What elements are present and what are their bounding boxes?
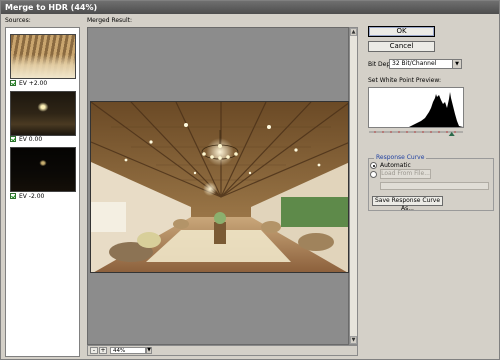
sources-panel[interactable]: EV +2.00 EV 0.00 EV -2.00	[5, 27, 80, 357]
white-point-slider[interactable]	[369, 130, 463, 136]
scroll-down-button[interactable]: ▼	[350, 336, 357, 344]
ok-button[interactable]: OK	[368, 26, 435, 37]
source-row-2: EV 0.00	[10, 135, 42, 143]
source-thumbnail-ev-0[interactable]	[10, 91, 76, 136]
automatic-radio[interactable]	[370, 162, 377, 169]
zoom-in-button[interactable]: +	[99, 347, 107, 354]
histogram-shape	[369, 92, 463, 127]
bit-depth-value: 32 Bit/Channel	[392, 60, 437, 67]
source-row-3: EV -2.00	[10, 192, 44, 200]
response-curve-file-path	[380, 182, 489, 190]
automatic-label: Automatic	[380, 162, 411, 169]
source-checkbox-1[interactable]	[10, 80, 16, 86]
source-label-3: EV -2.00	[19, 192, 45, 200]
scroll-up-button[interactable]: ▲	[350, 28, 357, 36]
hdr-image-render	[91, 102, 348, 272]
source-label-1: EV +2.00	[19, 79, 48, 87]
source-row-1: EV +2.00	[10, 79, 47, 87]
source-checkbox-3[interactable]	[10, 193, 16, 199]
source-checkbox-2[interactable]	[10, 136, 16, 142]
white-point-histogram	[368, 87, 464, 128]
preview-vertical-scrollbar[interactable]: ▲ ▼	[349, 27, 358, 345]
load-from-file-radio[interactable]	[370, 171, 377, 178]
zoom-out-button[interactable]: -	[90, 347, 98, 354]
sources-label: Sources:	[5, 17, 31, 24]
cancel-button[interactable]: Cancel	[368, 41, 435, 52]
merged-hdr-image	[90, 101, 349, 273]
preview-zoom-bar: - + 44% ▼	[87, 345, 358, 356]
window-title: Merge to HDR (44%)	[1, 1, 499, 14]
save-response-curve-button[interactable]: Save Response Curve As...	[372, 196, 443, 212]
merged-result-label: Merged Result:	[87, 17, 133, 24]
zoom-dropdown-arrow-icon[interactable]: ▼	[146, 347, 152, 354]
source-thumbnail-ev-minus2[interactable]	[10, 147, 76, 192]
white-point-label: Set White Point Preview:	[368, 77, 441, 84]
zoom-level-field[interactable]: 44%	[110, 347, 146, 354]
response-curve-title: Response Curve	[374, 154, 427, 161]
source-label-2: EV 0.00	[19, 135, 43, 143]
merge-to-hdr-dialog: Merge to HDR (44%) Sources: EV +2.00 EV …	[0, 0, 500, 360]
white-point-slider-thumb	[448, 132, 455, 136]
histogram-graph	[369, 92, 463, 127]
chevron-down-icon: ▼	[452, 60, 461, 68]
load-from-file-button[interactable]: Load From File...	[380, 169, 431, 179]
bit-depth-select[interactable]: 32 Bit/Channel ▼	[389, 59, 462, 69]
white-point-slider-track	[369, 131, 463, 136]
source-thumbnail-ev-plus2[interactable]	[10, 34, 76, 79]
